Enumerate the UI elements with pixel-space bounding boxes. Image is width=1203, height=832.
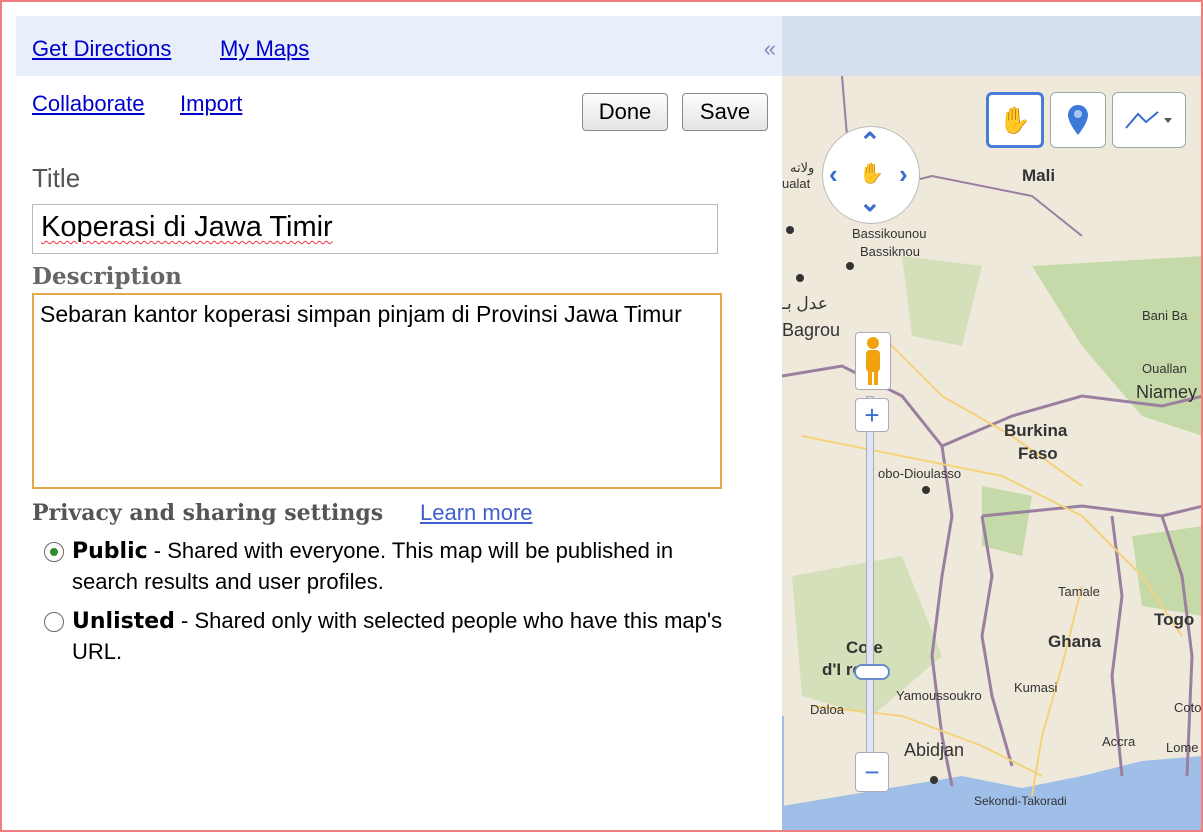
pegman-icon — [866, 337, 880, 385]
title-value: Koperasi di Jawa Timir — [41, 211, 333, 243]
line-icon — [1125, 111, 1172, 129]
city-marker — [930, 776, 938, 784]
map-canvas[interactable]: Mali Bassikounou Bassiknou Bagrou Bani B… — [782, 16, 1202, 830]
unlisted-radio[interactable] — [44, 612, 64, 632]
unlisted-option-text: Unlisted - Shared only with selected peo… — [72, 606, 732, 667]
map-label-bani-ba: Bani Ba — [1142, 308, 1188, 323]
map-label-bobo-dioulasso: obo-Dioulasso — [878, 466, 962, 481]
pan-up-icon[interactable]: ⌃ — [859, 129, 881, 155]
map-label-bassikounou: Bassikounou — [852, 226, 927, 241]
map-label-ghana: Ghana — [1048, 632, 1101, 651]
map-label-faso: Faso — [1018, 444, 1058, 463]
hand-tool-button[interactable]: ✋ — [986, 92, 1044, 148]
street-view-pegman[interactable] — [855, 332, 891, 390]
my-maps-link[interactable]: My Maps — [220, 36, 309, 62]
privacy-heading: Privacy and sharing settings — [32, 500, 384, 526]
map-label-tamale: Tamale — [1058, 584, 1100, 599]
line-tool-button[interactable] — [1112, 92, 1186, 148]
public-option-text: Public - Shared with everyone. This map … — [72, 536, 732, 597]
zoom-in-button[interactable]: + — [855, 398, 889, 432]
map-label-arabic: عدل بـ — [782, 294, 828, 313]
map-label-niamey: Niamey — [1136, 382, 1198, 402]
map-label-sekondi-takoradi: Sekondi-Takoradi — [974, 794, 1067, 808]
get-directions-link[interactable]: Get Directions — [32, 36, 171, 62]
map-label-burkina: Burkina — [1004, 421, 1068, 440]
city-marker — [846, 262, 854, 270]
city-marker — [922, 486, 930, 494]
collapse-panel-icon[interactable]: « — [764, 36, 776, 62]
collaborate-link[interactable]: Collaborate — [32, 91, 145, 117]
plus-icon: + — [864, 399, 880, 430]
pan-down-icon[interactable]: ⌄ — [859, 189, 881, 215]
map-label-daloa: Daloa — [810, 702, 844, 717]
map-label-togo: Togo — [1154, 610, 1195, 629]
map-label-lome: Lome — [1166, 740, 1199, 755]
minus-icon: − — [864, 756, 880, 787]
import-link[interactable]: Import — [180, 91, 242, 117]
city-marker — [796, 274, 804, 282]
pan-left-icon[interactable]: ‹ — [829, 161, 838, 187]
placemark-icon — [1068, 105, 1088, 135]
city-marker — [786, 226, 794, 234]
my-maps-panel: Get Directions My Maps « Collaborate Imp… — [16, 16, 782, 830]
marker-tool-button[interactable] — [1050, 92, 1106, 148]
public-radio[interactable] — [44, 542, 64, 562]
description-textarea[interactable]: Sebaran kantor koperasi simpan pinjam di… — [32, 293, 722, 489]
save-button[interactable]: Save — [682, 93, 768, 131]
map-label-mali: Mali — [1022, 166, 1056, 185]
title-label: Title — [32, 163, 81, 193]
map-label-abidjan: Abidjan — [904, 740, 965, 760]
pan-hand-icon: ✋ — [859, 163, 884, 185]
map-label-bassiknou: Bassiknou — [860, 244, 920, 259]
pan-right-icon[interactable]: › — [899, 161, 908, 187]
zoom-track[interactable] — [866, 396, 874, 778]
map-label-coto: Coto — [1174, 700, 1202, 715]
description-label: Description — [32, 263, 182, 290]
zoom-slider-handle[interactable] — [854, 664, 890, 680]
panel-header: Get Directions My Maps « — [16, 16, 782, 76]
public-option-name: Public — [72, 539, 148, 564]
pan-control: ⌃ ‹ › ⌄ ✋ — [822, 126, 920, 224]
map-label-bagrou: Bagrou — [782, 320, 841, 340]
public-option-desc: - Shared with everyone. This map will be… — [72, 538, 674, 594]
map-label-kumasi: Kumasi — [1014, 680, 1058, 695]
done-button[interactable]: Done — [582, 93, 668, 131]
hand-icon: ✋ — [998, 104, 1032, 135]
map-label-yamoussoukro: Yamoussoukro — [896, 688, 982, 703]
map-label-ouallan: Ouallan — [1142, 361, 1187, 376]
title-input[interactable]: Koperasi di Jawa Timir — [32, 204, 718, 254]
unlisted-option-name: Unlisted — [72, 609, 175, 634]
window-frame: Get Directions My Maps « Collaborate Imp… — [0, 0, 1203, 832]
map-label-accra: Accra — [1102, 734, 1136, 749]
map-label-cote: Co e — [846, 638, 883, 657]
map-label-ualat: ualat — [782, 176, 811, 191]
learn-more-link[interactable]: Learn more — [420, 500, 533, 526]
map-label-walata: ولاته — [790, 160, 815, 175]
zoom-out-button[interactable]: − — [855, 752, 889, 792]
